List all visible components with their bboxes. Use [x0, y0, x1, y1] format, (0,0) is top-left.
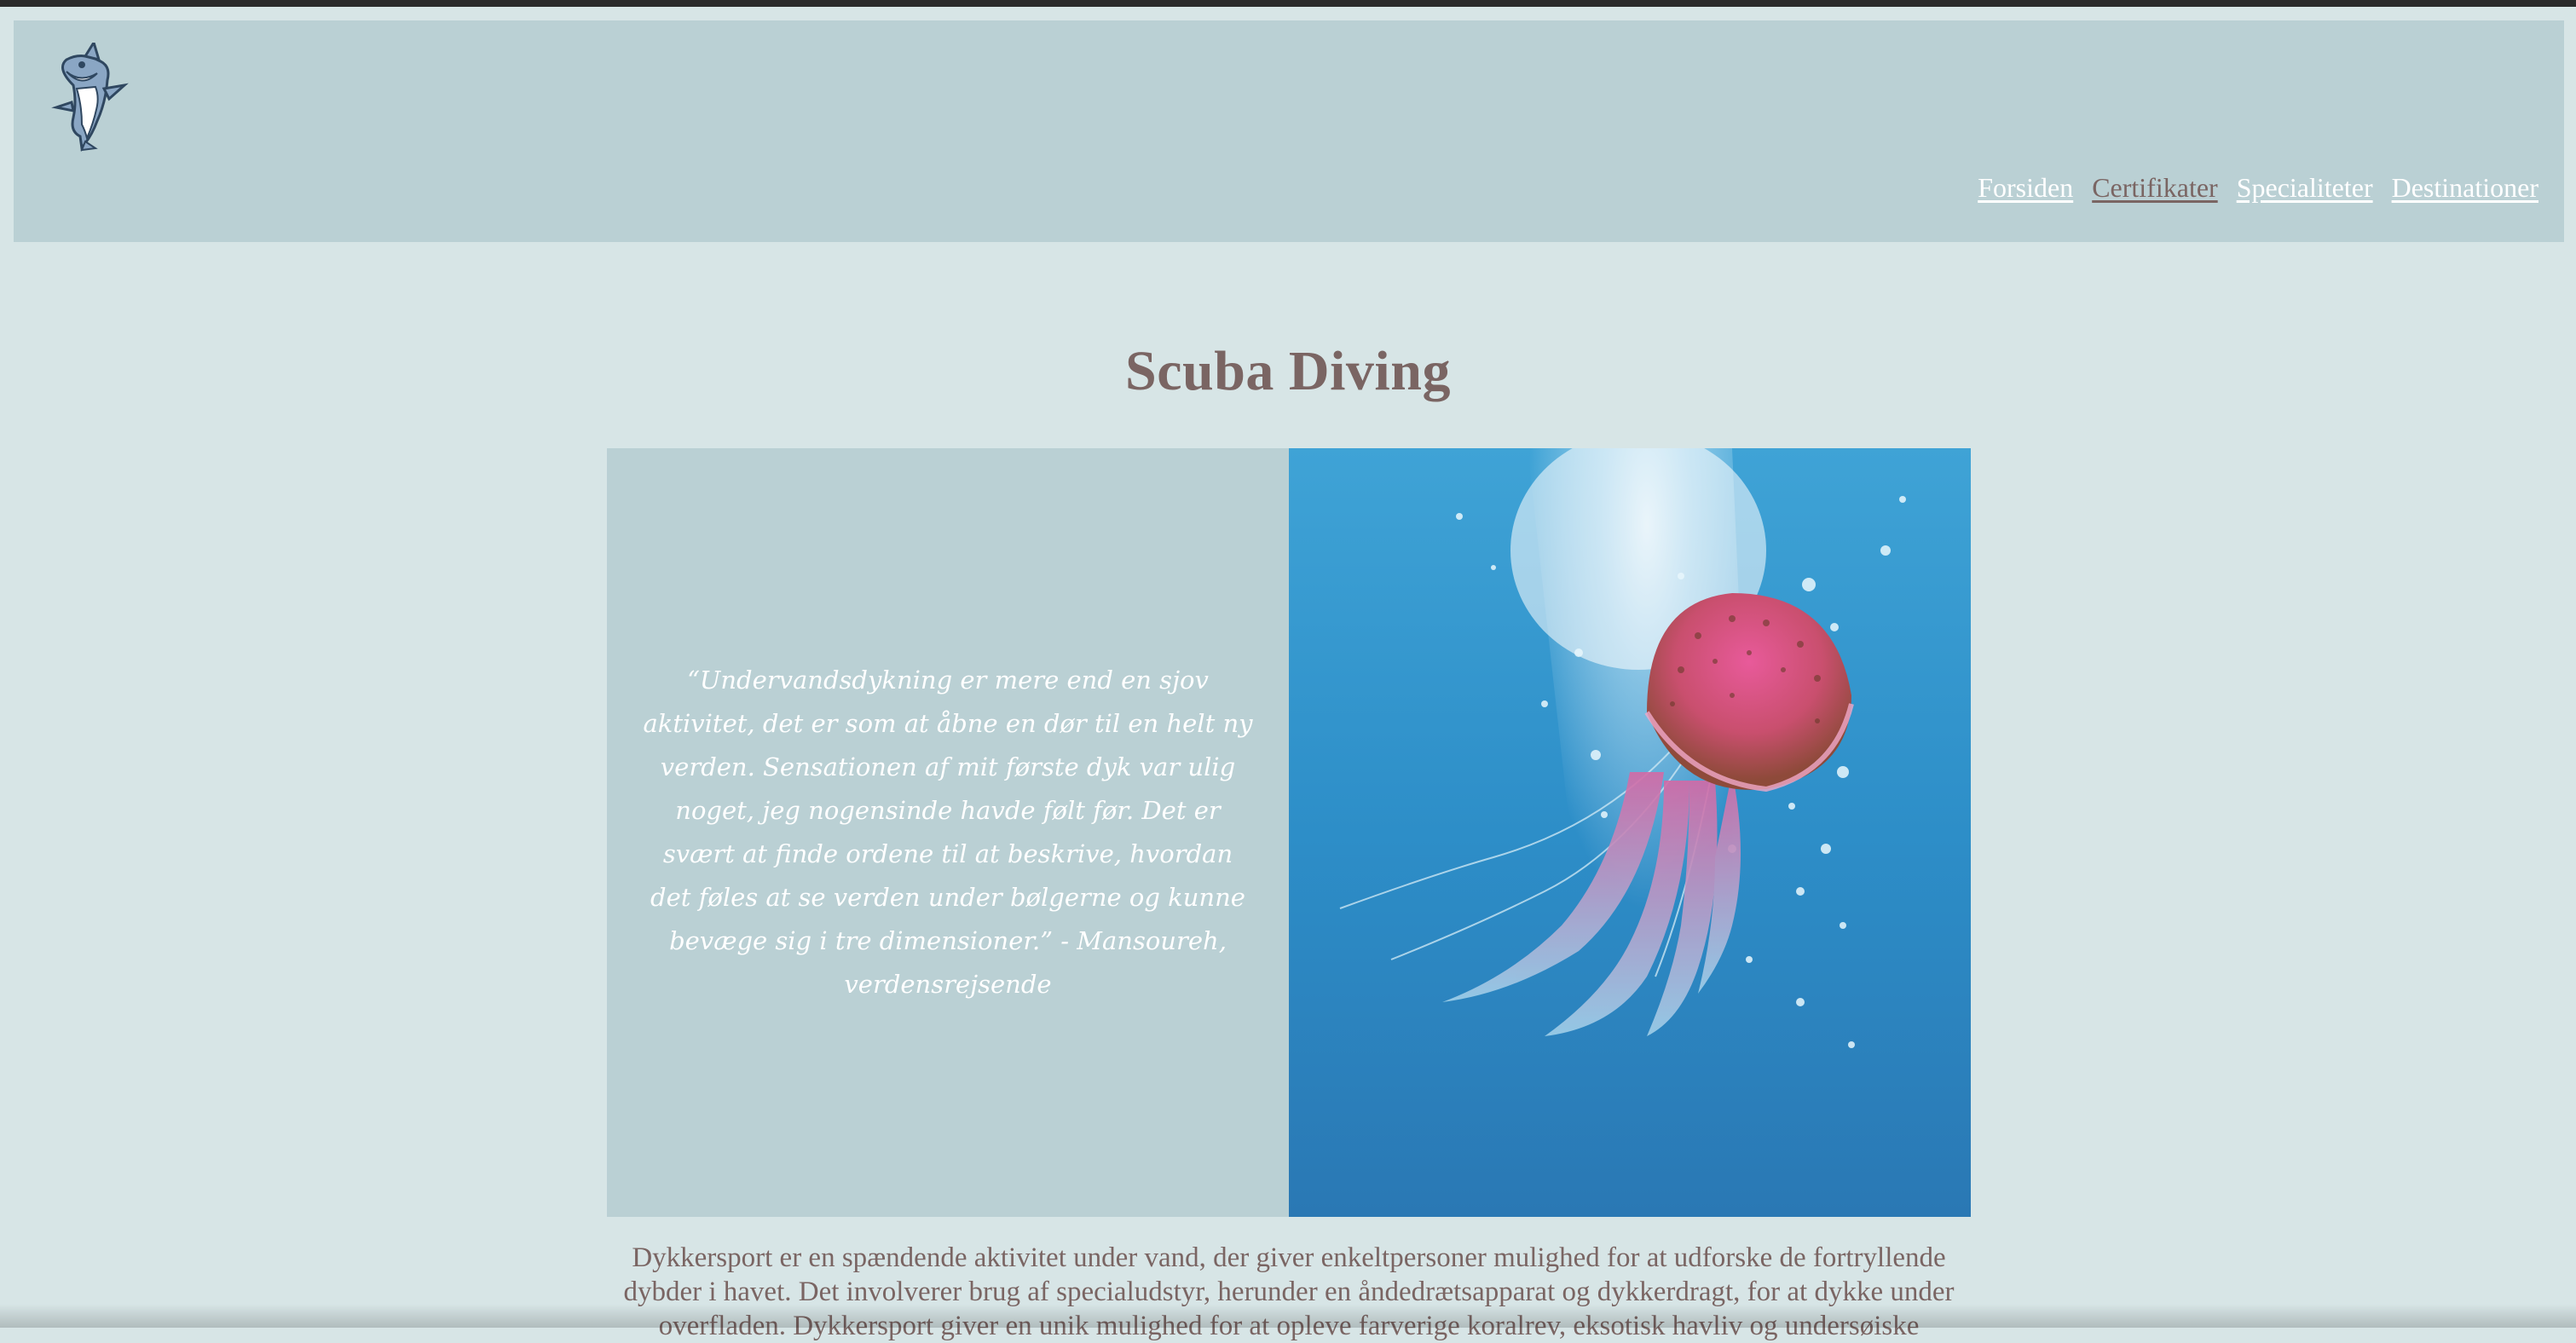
window-bottom-shadow: [0, 1304, 2576, 1328]
testimonial-quote: “Undervandsdykning er mere end en sjov a…: [643, 666, 1253, 999]
shark-logo-icon[interactable]: [48, 39, 130, 153]
jellyfish-photo: [1289, 448, 1971, 1217]
nav-link-specialiteter[interactable]: Specialiteter: [2237, 172, 2373, 204]
browser-top-edge: [0, 0, 2576, 7]
quote-panel: “Undervandsdykning er mere end en sjov a…: [607, 448, 1289, 1217]
nav-link-certifikater[interactable]: Certifikater: [2092, 172, 2217, 204]
nav-link-forsiden[interactable]: Forsiden: [1978, 172, 2073, 204]
site-header: Forsiden Certifikater Specialiteter Dest…: [14, 20, 2564, 242]
main-nav: Forsiden Certifikater Specialiteter Dest…: [1978, 172, 2538, 204]
nav-link-destinationer[interactable]: Destinationer: [2392, 172, 2538, 204]
page-title: Scuba Diving: [1125, 340, 1451, 402]
intro-paragraph: Dykkersport er en spændende aktivitet un…: [623, 1242, 1955, 1341]
